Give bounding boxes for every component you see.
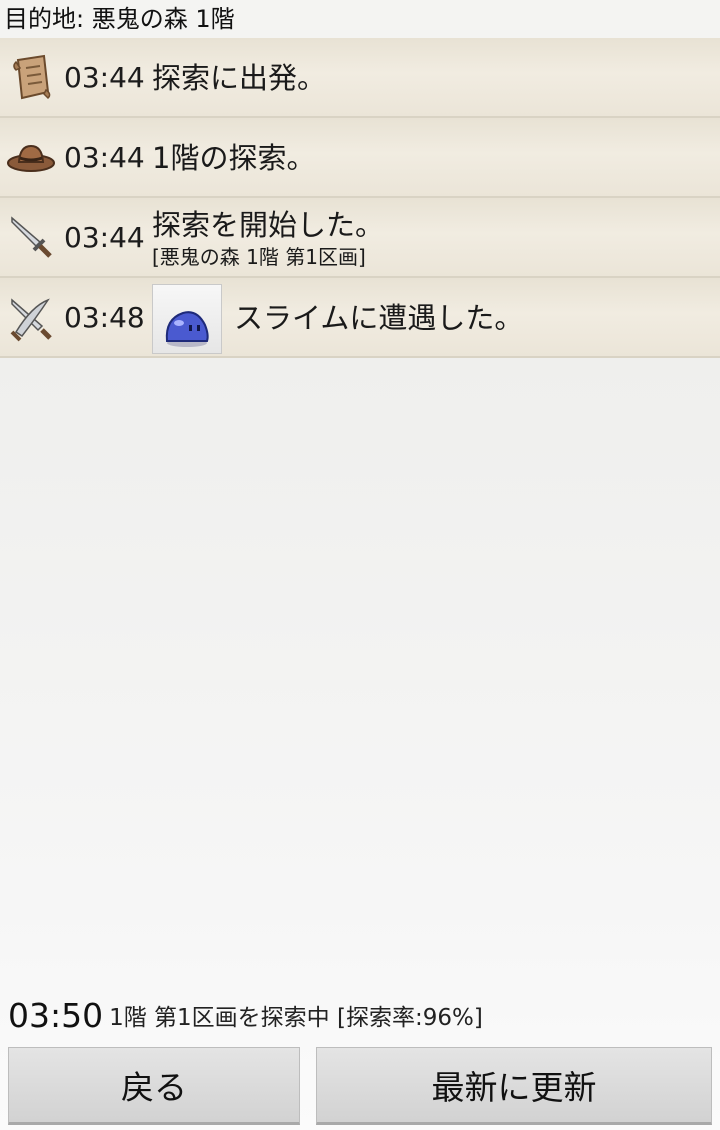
log-entry: 03:44 1階の探索。 [0,118,720,198]
scroll-icon [6,52,56,102]
log-time: 03:44 [64,221,145,254]
log-message-block: 探索を開始した。 [悪鬼の森 1階 第1区画] [152,206,384,270]
log-message: 探索を開始した。 [152,208,385,242]
exploration-status: 03:50 1階 第1区画を探索中 [探索率:96%] [8,994,720,1038]
back-button[interactable]: 戻る [8,1047,300,1125]
log-time: 03:48 [64,301,145,334]
log-entry: 03:48 スライムに遭遇した。 [0,278,720,358]
log-submessage: [悪鬼の森 1階 第1区画] [152,245,366,269]
status-text: 1階 第1区画を探索中 [探索率:96%] [109,1005,483,1031]
log-entry: 03:44 探索に出発。 [0,38,720,118]
log-time: 03:44 [64,61,145,94]
destination-header: 目的地: 悪鬼の森 1階 [0,0,720,38]
log-time: 03:44 [64,141,145,174]
status-time: 03:50 [8,996,104,1035]
log-message: スライムに遭遇した。 [234,301,524,335]
log-entry: 03:44 探索を開始した。 [悪鬼の森 1階 第1区画] [0,198,720,278]
refresh-button[interactable]: 最新に更新 [316,1047,712,1125]
slime-icon [152,284,222,354]
log-message: 1階の探索。 [152,141,316,175]
sword-icon [6,212,56,262]
log-message: 探索に出発。 [152,61,327,95]
crossed-swords-icon [6,292,56,342]
hat-icon [6,132,56,182]
event-log: 03:44 探索に出発。 03:44 1階の探索。 03:44 探索を開始した。… [0,38,720,358]
